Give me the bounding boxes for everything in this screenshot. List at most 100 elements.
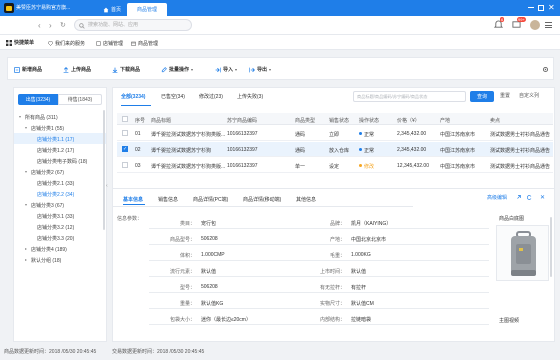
tab-product-mgmt[interactable]: 商品管理 — [127, 3, 167, 16]
refresh-icon[interactable] — [527, 195, 532, 200]
tab-status-0[interactable]: 全部(3234) — [121, 95, 145, 100]
reset-button[interactable]: 重置 — [500, 94, 510, 99]
import-icon — [215, 67, 221, 72]
tree-item-label: 默认分组 (18) — [31, 258, 62, 264]
chevron-right-icon[interactable]: ▸ — [25, 257, 27, 262]
tree-item[interactable]: 店铺分类2.1 (33) — [14, 177, 106, 188]
tree-item[interactable]: 店铺分类3.3 (20) — [14, 232, 106, 243]
export-icon — [249, 67, 255, 72]
menu-item-store[interactable]: 店铺管理 — [96, 39, 123, 47]
tree-item[interactable]: 店铺分类电子数码 (18) — [14, 155, 106, 166]
export-label: 导出 — [257, 67, 268, 73]
table-cell: 03 — [135, 163, 141, 169]
query-button[interactable]: 查询 — [470, 91, 494, 102]
select-all-checkbox[interactable] — [122, 116, 128, 122]
tree-item[interactable]: 店铺分类1.2 (17) — [14, 144, 106, 155]
import-label: 导入 — [223, 67, 234, 73]
close-icon[interactable]: ✕ — [548, 4, 556, 12]
table-row[interactable]: ✓ 02 谭千婴拉测试数据苏宁杉狗 10166132397 通码 放入仓库 正常 2,345,… — [117, 142, 553, 157]
upload-product-button[interactable]: 上传商品 — [63, 64, 91, 75]
tree-item[interactable]: ▾ 店铺分类1 (55) — [14, 122, 106, 133]
tab-home[interactable]: 首页 — [97, 3, 127, 16]
tree-item[interactable]: ▾ 店铺分类2 (67) — [14, 166, 106, 177]
bell-icon[interactable]: 6 — [494, 17, 505, 30]
maximize-icon[interactable] — [538, 5, 544, 11]
custom-columns-button[interactable]: 自定义列 — [519, 94, 539, 99]
detail-tab-4[interactable]: 其他信息 — [296, 196, 316, 203]
tab-on-sale[interactable]: 出售(3234) — [18, 94, 58, 105]
tree-item[interactable]: ▾ 店铺分类3 (67) — [14, 199, 106, 210]
table-cell: 放入仓库 — [329, 148, 350, 154]
user-avatar[interactable] — [530, 20, 540, 30]
tree-item-label: 店铺分类电子数码 (18) — [37, 159, 88, 165]
tab-status-3[interactable]: 上传失败(3) — [237, 95, 263, 100]
tab-in-stock-label: 待售(1843) — [67, 97, 93, 103]
collapse-panel-toggle[interactable]: ‹ — [106, 183, 111, 193]
table-row[interactable]: 01 谭千婴拉测试数据苏宁杉狗类版... 10166132397 通码 立即 正常 2,34… — [117, 126, 553, 141]
table-cell: 通码 — [295, 148, 306, 154]
menu-item-service-label: 我们来的服务 — [55, 40, 86, 47]
detail-tab-1[interactable]: 销售信息 — [158, 196, 178, 203]
download-product-label: 下载商品 — [120, 67, 141, 73]
download-product-button[interactable]: 下载商品 — [112, 64, 140, 75]
attribute-row: 流行元素： 默认值 上市时间： 默认值 — [149, 263, 489, 277]
menu-item-product[interactable]: 商品管理 — [131, 39, 158, 47]
tree-item[interactable]: ▸ 店铺分类4 (189) — [14, 243, 106, 254]
detail-tab-0[interactable]: 基本信息 — [123, 196, 143, 203]
table-row[interactable]: 03 谭千婴拉测试数据苏宁杉狗类版... 10166132397 单一 设定 修改 12,3… — [117, 158, 553, 173]
advanced-edit-button[interactable]: 高级编辑 — [487, 196, 507, 201]
pencil-icon — [161, 66, 167, 72]
column-header: 价格（¥） — [397, 118, 420, 124]
refresh-icon[interactable]: ↻ — [60, 21, 66, 29]
gear-icon[interactable] — [542, 66, 549, 73]
attribute-value: 中国北京北京市 — [351, 237, 387, 243]
batch-operation-button[interactable]: 批量操作 ▾ — [161, 64, 193, 75]
tree-item[interactable]: 店铺分类2.2 (34) — [14, 188, 106, 199]
table-cell: 2,345,432.00 — [397, 131, 427, 137]
tab-in-stock[interactable]: 待售(1843) — [58, 94, 102, 105]
product-list-panel: 全部(3234) 已售空(34) 修改过(23) 上传失败(3) 商品标题/商品编码/… — [112, 87, 555, 342]
search-placeholder: 搜索功能、网站、应用 — [88, 22, 139, 28]
tree-item[interactable]: 店铺分类3.2 (12) — [14, 221, 106, 232]
attribute-value: 1.000CMP — [201, 252, 225, 258]
chevron-down-icon[interactable]: ▾ — [25, 169, 27, 174]
tab-status-2[interactable]: 修改过(23) — [199, 95, 223, 100]
detail-panel: 基本信息 销售信息 商品详情(PC端) 商品详情(移动端) 其他信息 高级编辑 ✕ 信息… — [113, 188, 554, 341]
tree-item[interactable]: 店铺分类3.1 (33) — [14, 210, 106, 221]
external-link-icon[interactable] — [516, 195, 521, 200]
menu-icon[interactable] — [545, 22, 552, 28]
tree-item-label: 店铺分类1.1 (17) — [37, 137, 75, 143]
tree-item[interactable]: 店铺分类1.1 (17) — [14, 133, 106, 144]
back-icon[interactable]: ‹ — [38, 21, 41, 30]
export-button[interactable]: 导出 ▾ — [249, 64, 271, 75]
close-icon[interactable]: ✕ — [540, 194, 545, 201]
detail-tab-3[interactable]: 商品详情(移动端) — [243, 196, 281, 203]
menu-item-service[interactable]: 我们来的服务 — [48, 39, 85, 47]
chevron-down-icon[interactable]: ▾ — [19, 114, 21, 119]
table-search-input[interactable]: 商品标题/商品编码/苏宁编码/商品状态 — [353, 91, 466, 102]
search-input[interactable]: 搜索功能、网站、应用 — [74, 19, 192, 31]
forward-icon[interactable]: › — [49, 21, 52, 30]
attribute-label: 型号： — [179, 285, 195, 291]
chevron-right-icon[interactable]: ▸ — [25, 246, 27, 251]
minimize-icon[interactable] — [528, 7, 534, 8]
bell-badge: 6 — [500, 17, 505, 22]
right-scrollbar[interactable] — [550, 217, 552, 277]
tab-status-1[interactable]: 已售空(34) — [161, 95, 185, 100]
row-checkbox[interactable] — [122, 162, 128, 168]
new-product-button[interactable]: 新增商品 — [14, 64, 42, 75]
attribute-row: 型号： 506208 有无拉杆： 有拉杆 — [149, 279, 489, 293]
import-button[interactable]: 导入 ▾ — [215, 64, 237, 75]
chevron-down-icon[interactable]: ▾ — [25, 125, 27, 130]
detail-tab-2[interactable]: 商品详情(PC端) — [193, 196, 228, 203]
product-image[interactable] — [496, 225, 549, 281]
row-checkbox[interactable] — [122, 130, 128, 136]
scrollbar[interactable] — [103, 110, 105, 230]
attribute-label: 商品型号： — [169, 237, 195, 243]
chevron-down-icon[interactable]: ▾ — [25, 202, 27, 207]
message-icon[interactable]: 99+ — [512, 17, 526, 30]
row-checkbox[interactable]: ✓ — [122, 146, 128, 152]
heart-icon — [48, 40, 53, 46]
tree-item[interactable]: ▾ 所有商品 (311) — [14, 111, 106, 122]
tree-item[interactable]: ▸ 默认分组 (18) — [14, 254, 106, 265]
